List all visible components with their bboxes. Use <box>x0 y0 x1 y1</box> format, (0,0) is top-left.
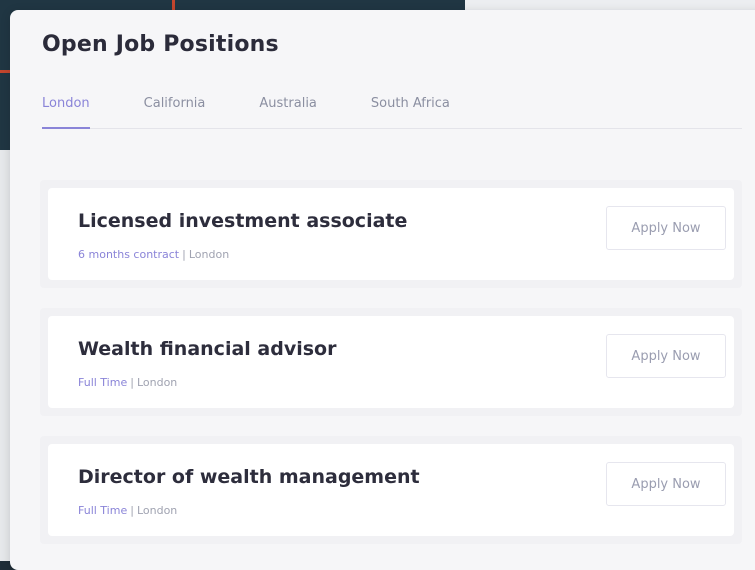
job-location: London <box>188 248 230 261</box>
job-type: Full Time <box>78 376 128 389</box>
job-meta: Full Time | London <box>78 504 177 517</box>
job-title: Licensed investment associate <box>78 210 408 232</box>
job-item: Director of wealth management Full Time |… <box>40 436 742 544</box>
apply-now-button[interactable]: Apply Now <box>606 334 726 378</box>
meta-separator: | <box>182 248 186 261</box>
job-card: Licensed investment associate 6 months c… <box>48 188 734 280</box>
page-title: Open Job Positions <box>42 32 279 57</box>
job-item: Wealth financial advisor Full Time | Londo… <box>40 308 742 416</box>
tab-south-africa[interactable]: South Africa <box>371 94 450 128</box>
open-positions-card: Open Job Positions London California Aus… <box>10 10 755 570</box>
apply-now-button[interactable]: Apply Now <box>606 206 726 250</box>
job-item: Licensed investment associate 6 months c… <box>40 180 742 288</box>
job-meta: Full Time | London <box>78 376 177 389</box>
tab-california[interactable]: California <box>144 94 206 128</box>
job-title: Wealth financial advisor <box>78 338 337 360</box>
tab-london[interactable]: London <box>42 94 90 129</box>
job-meta: 6 months contract | London <box>78 248 229 261</box>
location-tabs: London California Australia South Africa <box>42 94 742 129</box>
background-accent-line <box>172 0 175 10</box>
apply-now-button[interactable]: Apply Now <box>606 462 726 506</box>
meta-separator: | <box>130 376 134 389</box>
job-list: Licensed investment associate 6 months c… <box>40 180 742 564</box>
job-title: Director of wealth management <box>78 466 420 488</box>
meta-separator: | <box>130 504 134 517</box>
tab-australia[interactable]: Australia <box>259 94 317 128</box>
job-location: London <box>136 504 178 517</box>
job-type: 6 months contract <box>78 248 180 261</box>
job-card: Director of wealth management Full Time |… <box>48 444 734 536</box>
job-location: London <box>136 376 178 389</box>
job-type: Full Time <box>78 504 128 517</box>
job-card: Wealth financial advisor Full Time | Londo… <box>48 316 734 408</box>
